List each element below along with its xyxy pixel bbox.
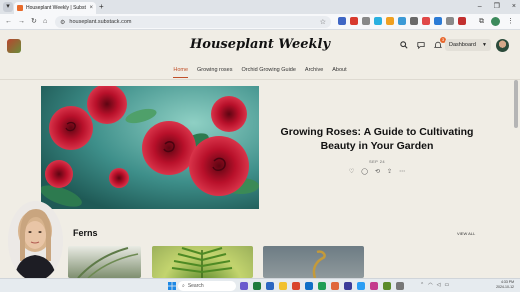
tab-search-button[interactable]: ▾ — [3, 2, 13, 12]
taskbar-app-icon[interactable] — [383, 282, 391, 290]
nav-about[interactable]: About — [332, 64, 346, 78]
reload-icon[interactable]: ↻ — [31, 18, 37, 26]
taskbar-app-icon[interactable] — [279, 282, 287, 290]
search-icon: ⌕ — [182, 283, 185, 289]
scrollbar-thumb[interactable] — [514, 80, 518, 128]
window-controls: – ❐ × — [478, 1, 516, 13]
taskbar-search[interactable]: ⌕ Search — [178, 281, 236, 291]
taskbar-app-icon[interactable] — [292, 282, 300, 290]
restack-icon[interactable]: ⟲ — [375, 169, 380, 175]
extension-icon[interactable] — [398, 17, 406, 25]
post-card[interactable] — [68, 246, 141, 278]
extension-icon[interactable] — [350, 17, 358, 25]
chevron-down-icon: ▼ — [482, 42, 487, 48]
webcam-overlay — [8, 201, 63, 281]
taskbar-app-icon[interactable] — [305, 282, 313, 290]
nav-archive[interactable]: Archive — [305, 64, 323, 78]
more-icon[interactable]: ⋯ — [399, 169, 405, 175]
taskbar-clock[interactable]: 4:33 PM 2024-10-12 — [484, 280, 514, 290]
view-all-link[interactable]: VIEW ALL — [457, 231, 475, 236]
bookmark-star-icon[interactable]: ☆ — [320, 18, 326, 26]
extension-icon[interactable] — [374, 17, 382, 25]
close-window-button[interactable]: × — [512, 1, 516, 13]
chevron-up-icon[interactable]: ⌃ — [420, 282, 424, 288]
extension-icon[interactable] — [338, 17, 346, 25]
featured-post-title[interactable]: Growing Roses: A Guide to Cultivating Be… — [266, 125, 488, 153]
taskbar-app-icon[interactable] — [357, 282, 365, 290]
windows-start-icon[interactable] — [168, 282, 176, 290]
url-text[interactable]: houseplant.substack.com — [69, 19, 315, 25]
extension-icon[interactable] — [458, 17, 466, 25]
page-scrollbar[interactable] — [514, 80, 518, 277]
system-tray: ⌃ ◠ ◁ ▭ — [420, 282, 449, 288]
extension-icon[interactable] — [434, 17, 442, 25]
back-arrow-icon[interactable]: ← — [5, 18, 12, 26]
bell-icon[interactable]: 3 — [433, 37, 446, 51]
new-tab-button[interactable]: + — [99, 3, 104, 11]
windows-taskbar: ⌕ Search ⌃ ◠ ◁ ▭ 4:33 PM 2024-10-12 — [0, 278, 520, 292]
nav-divider — [0, 79, 520, 80]
address-bar[interactable]: ⚙ houseplant.substack.com ☆ — [55, 16, 331, 28]
toolbar-right: ⧉ ⋮ — [479, 17, 514, 26]
tab-title: Houseplant Weekly | Substack — [26, 5, 86, 11]
substack-favicon-icon — [17, 5, 23, 11]
chat-icon[interactable] — [417, 41, 425, 51]
user-avatar[interactable] — [496, 39, 509, 52]
wifi-icon[interactable]: ◠ — [428, 282, 432, 288]
post-actions: ♡ ◯ ⟲ ⇪ ⋯ — [266, 169, 488, 175]
taskbar-app-icon[interactable] — [396, 282, 404, 290]
puzzle-icon[interactable]: ⧉ — [479, 17, 484, 26]
comment-icon[interactable]: ◯ — [361, 169, 368, 175]
dashboard-label: Dashboard — [449, 42, 476, 48]
post-card[interactable] — [263, 246, 364, 278]
clock-date: 2024-10-12 — [496, 285, 514, 289]
extension-icon[interactable] — [422, 17, 430, 25]
browser-toolbar: ← → ↻ ⌂ ⚙ houseplant.substack.com ☆ ⧉ ⋮ — [0, 14, 520, 30]
post-card[interactable] — [152, 246, 253, 278]
nav-orchid-guide[interactable]: Orchid Growing Guide — [242, 64, 296, 78]
featured-post: Growing Roses: A Guide to Cultivating Be… — [266, 125, 488, 175]
taskbar-apps — [240, 282, 404, 290]
taskbar-app-icon[interactable] — [344, 282, 352, 290]
featured-post-date: SEP 24 — [369, 159, 385, 164]
maximize-button[interactable]: ❐ — [494, 1, 500, 13]
taskbar-app-icon[interactable] — [370, 282, 378, 290]
share-icon[interactable]: ⇪ — [387, 169, 392, 175]
browser-tab[interactable]: Houseplant Weekly | Substack × — [14, 2, 96, 14]
taskbar-app-icon[interactable] — [266, 282, 274, 290]
extension-icon[interactable] — [386, 17, 394, 25]
volume-icon[interactable]: ◁ — [437, 282, 441, 288]
battery-icon[interactable]: ▭ — [444, 282, 449, 288]
tab-close-icon[interactable]: × — [89, 5, 93, 11]
browser-tab-strip: ▾ Houseplant Weekly | Substack × + – ❐ × — [0, 0, 520, 14]
search-icon[interactable] — [400, 41, 408, 51]
menu-dots-icon[interactable]: ⋮ — [507, 17, 514, 26]
section-title-text: Ferns — [73, 228, 98, 238]
taskbar-app-icon[interactable] — [318, 282, 326, 290]
taskbar-app-icon[interactable] — [240, 282, 248, 290]
featured-post-image[interactable] — [41, 86, 259, 209]
publication-nav: Home Growing roses Orchid Growing Guide … — [0, 64, 520, 78]
taskbar-app-icon[interactable] — [253, 282, 261, 290]
extension-icon[interactable] — [410, 17, 418, 25]
extension-icon[interactable] — [362, 17, 370, 25]
taskbar-search-text: Search — [187, 283, 204, 289]
site-info-icon[interactable]: ⚙ — [60, 19, 65, 26]
extension-icon[interactable] — [446, 17, 454, 25]
extensions-area — [338, 17, 466, 25]
forward-arrow-icon[interactable]: → — [18, 18, 25, 26]
heart-icon[interactable]: ♡ — [349, 169, 354, 175]
nav-growing-roses[interactable]: Growing roses — [197, 64, 232, 78]
profile-avatar[interactable] — [491, 17, 500, 26]
dashboard-button[interactable]: Dashboard ▼ — [445, 39, 491, 51]
site-header: Houseplant Weekly 3 Dashboard ▼ — [0, 30, 520, 62]
minimize-button[interactable]: – — [478, 1, 482, 13]
header-actions: 3 — [400, 37, 446, 51]
taskbar-app-icon[interactable] — [331, 282, 339, 290]
nav-home[interactable]: Home — [173, 64, 189, 78]
home-icon[interactable]: ⌂ — [43, 18, 47, 26]
